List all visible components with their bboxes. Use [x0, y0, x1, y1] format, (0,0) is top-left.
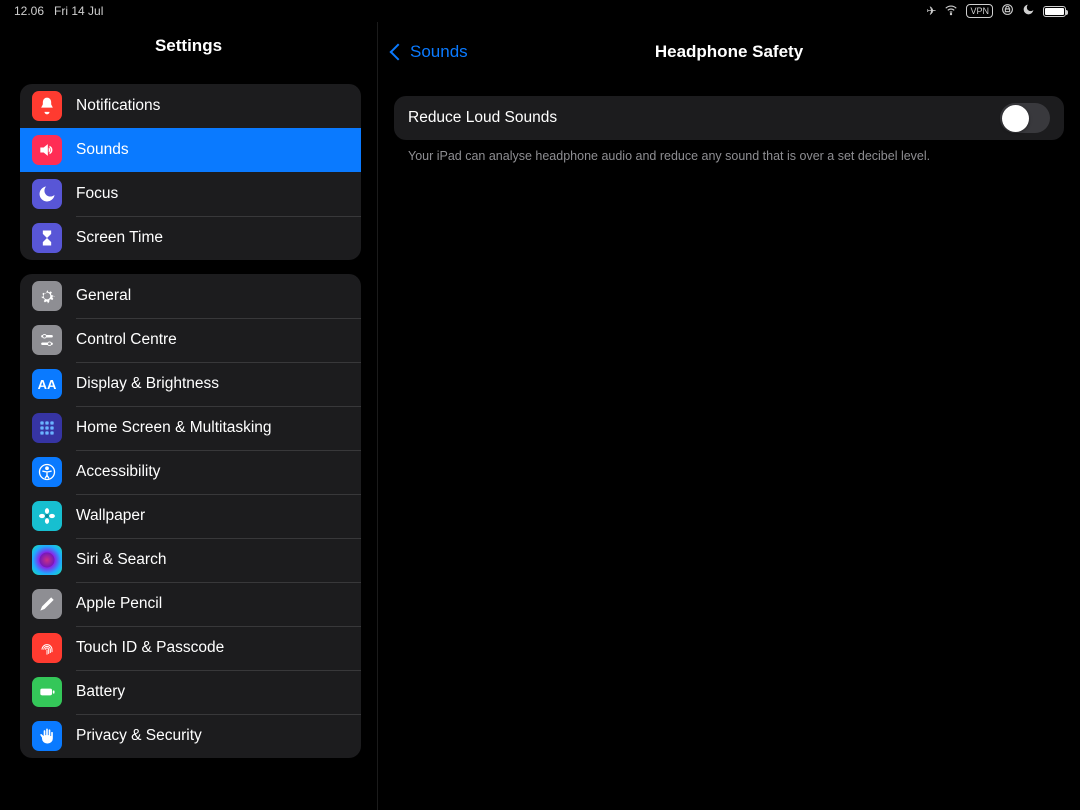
vpn-badge: VPN: [966, 4, 993, 18]
detail-footer: Your iPad can analyse headphone audio an…: [378, 140, 1080, 165]
sidebar-item-label: Siri & Search: [76, 551, 166, 569]
settings-sidebar: Settings Notifications Sounds Focus: [0, 22, 378, 810]
gear-icon: [32, 281, 62, 311]
flower-icon: [32, 501, 62, 531]
back-label: Sounds: [410, 42, 468, 62]
sidebar-item-screen-time[interactable]: Screen Time: [20, 216, 361, 260]
sidebar-item-label: Privacy & Security: [76, 727, 202, 745]
sidebar-item-label: Screen Time: [76, 229, 163, 247]
pencil-icon: [32, 589, 62, 619]
moon-icon: [1022, 3, 1035, 19]
sidebar-item-label: Control Centre: [76, 331, 177, 349]
detail-nav: Sounds Headphone Safety: [392, 32, 1066, 72]
sidebar-item-label: Battery: [76, 683, 125, 701]
row-label: Reduce Loud Sounds: [408, 109, 557, 127]
sidebar-group-2: General Control Centre AA Display & Brig…: [20, 274, 361, 758]
hand-icon: [32, 721, 62, 751]
person-icon: [32, 457, 62, 487]
orientation-lock-icon: [1001, 3, 1014, 19]
sidebar-item-label: Accessibility: [76, 463, 160, 481]
detail-group: Reduce Loud Sounds: [394, 96, 1064, 140]
sidebar-item-display-brightness[interactable]: AA Display & Brightness: [20, 362, 361, 406]
status-bar: 12.06 Fri 14 Jul ✈ VPN: [0, 0, 1080, 22]
detail-pane: Sounds Headphone Safety Reduce Loud Soun…: [378, 22, 1080, 810]
row-reduce-loud-sounds[interactable]: Reduce Loud Sounds: [394, 96, 1064, 140]
speaker-icon: [32, 135, 62, 165]
fingerprint-icon: [32, 633, 62, 663]
battery-icon: [32, 677, 62, 707]
sidebar-item-accessibility[interactable]: Accessibility: [20, 450, 361, 494]
wifi-icon: [944, 3, 958, 20]
status-time: 12.06: [14, 4, 44, 18]
back-button[interactable]: Sounds: [392, 42, 468, 62]
aa-icon: AA: [32, 369, 62, 399]
sidebar-item-siri-search[interactable]: Siri & Search: [20, 538, 361, 582]
sidebar-item-focus[interactable]: Focus: [20, 172, 361, 216]
reduce-loud-sounds-toggle[interactable]: [1000, 103, 1050, 133]
sidebar-item-label: Sounds: [76, 141, 129, 159]
sidebar-item-apple-pencil[interactable]: Apple Pencil: [20, 582, 361, 626]
siri-icon: [32, 545, 62, 575]
sidebar-item-control-centre[interactable]: Control Centre: [20, 318, 361, 362]
sidebar-item-label: General: [76, 287, 131, 305]
sidebar-item-privacy-security[interactable]: Privacy & Security: [20, 714, 361, 758]
detail-title: Headphone Safety: [392, 42, 1066, 62]
sidebar-item-wallpaper[interactable]: Wallpaper: [20, 494, 361, 538]
status-date: Fri 14 Jul: [54, 4, 103, 18]
moon-icon: [32, 179, 62, 209]
battery-icon: [1043, 6, 1066, 17]
sidebar-item-label: Display & Brightness: [76, 375, 219, 393]
airplane-mode-icon: ✈: [926, 4, 936, 18]
sidebar-item-label: Focus: [76, 185, 118, 203]
chevron-left-icon: [390, 44, 407, 61]
sidebar-group-1: Notifications Sounds Focus Screen Time: [20, 84, 361, 260]
hourglass-icon: [32, 223, 62, 253]
sidebar-item-label: Apple Pencil: [76, 595, 162, 613]
sidebar-header: Settings: [0, 22, 377, 70]
sidebar-title: Settings: [155, 36, 222, 56]
sidebar-item-label: Touch ID & Passcode: [76, 639, 224, 657]
toggle-knob: [1002, 105, 1029, 132]
sliders-icon: [32, 325, 62, 355]
status-left: 12.06 Fri 14 Jul: [14, 4, 103, 18]
bell-icon: [32, 91, 62, 121]
status-right: ✈ VPN: [926, 3, 1066, 20]
sidebar-item-battery[interactable]: Battery: [20, 670, 361, 714]
sidebar-item-home-screen[interactable]: Home Screen & Multitasking: [20, 406, 361, 450]
sidebar-item-sounds[interactable]: Sounds: [20, 128, 361, 172]
sidebar-item-notifications[interactable]: Notifications: [20, 84, 361, 128]
sidebar-item-label: Home Screen & Multitasking: [76, 419, 272, 437]
sidebar-item-label: Wallpaper: [76, 507, 145, 525]
sidebar-item-label: Notifications: [76, 97, 160, 115]
grid-icon: [32, 413, 62, 443]
sidebar-item-touch-id[interactable]: Touch ID & Passcode: [20, 626, 361, 670]
sidebar-item-general[interactable]: General: [20, 274, 361, 318]
